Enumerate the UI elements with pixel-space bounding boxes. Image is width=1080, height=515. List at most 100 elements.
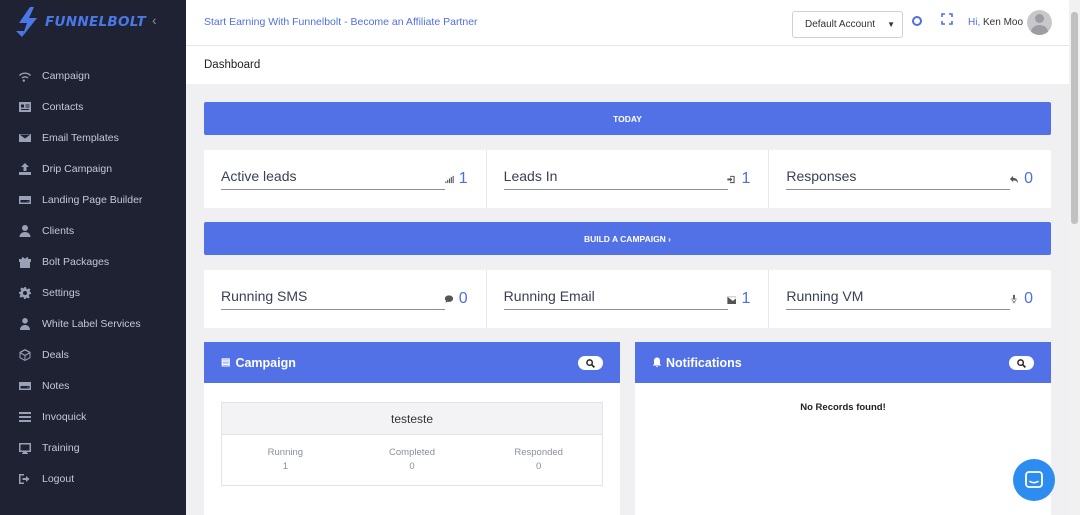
account-select-value: Default Account	[805, 19, 876, 30]
metric-responded: Responded 0	[475, 447, 602, 475]
page-scrollbar[interactable]	[1069, 0, 1080, 515]
sidebar-item-label: Clients	[42, 224, 75, 237]
sidebar-item-label: Landing Page Builder	[42, 193, 143, 206]
search-icon	[1017, 358, 1026, 368]
brand-logo[interactable]: FUNNELBOLT	[16, 4, 146, 40]
list-alt-icon: ▤	[221, 357, 231, 368]
hdd-icon	[17, 378, 32, 393]
campaign-panel-title: Campaign	[235, 355, 296, 370]
sidebar-item-clients[interactable]: Clients	[0, 215, 186, 246]
sidebar-item-logout[interactable]: Logout	[0, 463, 186, 494]
stat-underline	[786, 309, 1011, 310]
build-campaign-button[interactable]: BUILD A CAMPAIGN ›	[204, 222, 1051, 255]
metric-running: Running 1	[222, 447, 349, 475]
sign-out-icon	[17, 471, 32, 486]
refresh-circle-icon[interactable]	[912, 16, 922, 26]
page-header: Dashboard	[186, 46, 1069, 84]
metric-value: 1	[282, 461, 288, 472]
sidebar-item-label: Bolt Packages	[42, 255, 110, 268]
stat-label: Leads In	[503, 168, 558, 184]
comment-icon	[444, 295, 453, 303]
stat-underline	[221, 189, 445, 190]
brand-name: FUNNELBOLT	[45, 14, 146, 30]
stat-value: 0	[1024, 290, 1034, 307]
gift-icon	[17, 254, 32, 269]
chat-launcher-button[interactable]	[1013, 459, 1055, 501]
cube-icon	[17, 347, 32, 362]
sidebar-item-notes[interactable]: Notes	[0, 370, 186, 401]
chalkboard-icon	[17, 440, 32, 455]
campaign-metrics: Running 1 Completed 0 Responded 0	[222, 435, 602, 475]
stat-value-group: 1	[726, 170, 750, 188]
search-icon	[586, 358, 595, 368]
metric-label: Running	[267, 447, 304, 458]
fullscreen-icon[interactable]	[941, 13, 953, 25]
chevron-down-icon: ▼	[887, 20, 895, 29]
sidebar-item-campaign[interactable]: Campaign	[0, 60, 186, 91]
notifications-panel: Notifications No Records found!	[635, 342, 1051, 515]
upload-icon	[17, 161, 32, 176]
stat-value: 1	[741, 290, 751, 307]
sidebar-item-white-label-services[interactable]: White Label Services	[0, 308, 186, 339]
stat-running-email: Running Email 1	[487, 270, 770, 328]
contact-card-icon	[17, 99, 32, 114]
stat-value-group: 0	[1009, 170, 1033, 188]
greeting-prefix: Hi,	[968, 17, 981, 28]
sidebar-item-drip-campaign[interactable]: Drip Campaign	[0, 153, 186, 184]
scrollbar-thumb[interactable]	[1071, 12, 1078, 224]
chat-icon	[1025, 471, 1043, 488]
stat-value-group: 0	[1009, 290, 1033, 308]
hdd-icon	[17, 192, 32, 207]
sidebar-item-invoquick[interactable]: Invoquick	[0, 401, 186, 432]
sidebar-item-label: Logout	[42, 472, 75, 485]
user-name: Ken Moo	[983, 17, 1024, 28]
bell-icon	[652, 357, 662, 368]
sidebar-item-deals[interactable]: Deals	[0, 339, 186, 370]
campaign-search-button[interactable]	[578, 356, 603, 370]
sidebar-item-email-templates[interactable]: Email Templates	[0, 122, 186, 153]
sidebar-nav: Campaign Contacts Email Templates Drip Camp…	[0, 60, 186, 494]
user-icon	[17, 223, 32, 238]
campaign-panel: ▤ Campaign testeste Running 1 Completed …	[204, 342, 620, 515]
stat-value: 0	[458, 290, 468, 307]
sidebar-item-label: Notes	[42, 379, 70, 392]
stats-row-top: Active leads 1 Leads In 1 Responses 0	[204, 150, 1051, 208]
metric-label: Responded	[514, 447, 563, 458]
campaign-panel-header: ▤ Campaign	[204, 342, 620, 383]
microphone-icon	[1011, 294, 1017, 304]
sidebar-item-label: Training	[42, 441, 80, 454]
stat-running-vm: Running VM 0	[769, 270, 1051, 328]
empty-state-text: No Records found!	[800, 402, 886, 413]
stat-active-leads: Active leads 1	[204, 150, 487, 208]
stat-underline	[221, 309, 445, 310]
user-greeting: Hi, Ken Moo	[968, 17, 1023, 28]
metric-value: 0	[536, 461, 542, 472]
sidebar-item-contacts[interactable]: Contacts	[0, 91, 186, 122]
sidebar-item-bolt-packages[interactable]: Bolt Packages	[0, 246, 186, 277]
sidebar-item-landing-page-builder[interactable]: Landing Page Builder	[0, 184, 186, 215]
envelope-icon	[17, 130, 32, 145]
stat-responses: Responses 0	[769, 150, 1051, 208]
stat-label: Running SMS	[221, 288, 308, 304]
bolt-logo-icon	[16, 7, 37, 37]
signal-icon	[445, 175, 454, 184]
stat-label: Active leads	[221, 168, 297, 184]
affiliate-promo-link[interactable]: Start Earning With Funnelbolt - Become a…	[204, 16, 478, 28]
notifications-search-button[interactable]	[1009, 356, 1034, 370]
stat-value: 1	[458, 170, 468, 187]
stat-value: 1	[741, 170, 751, 187]
sidebar-item-label: Settings	[42, 286, 80, 299]
campaign-card[interactable]: testeste Running 1 Completed 0 Responded…	[221, 402, 603, 486]
avatar[interactable]	[1027, 10, 1052, 35]
sidebar-item-training[interactable]: Training	[0, 432, 186, 463]
sign-in-icon	[727, 175, 736, 184]
sidebar-item-settings[interactable]: Settings	[0, 277, 186, 308]
stat-underline	[503, 309, 728, 310]
sidebar-item-label: Email Templates	[42, 131, 119, 144]
stat-underline	[786, 189, 1011, 190]
user-tie-icon	[17, 316, 32, 331]
sidebar-item-label: White Label Services	[42, 317, 141, 330]
account-select[interactable]: Default Account ▼	[792, 11, 903, 38]
collapse-sidebar-icon[interactable]: ‹	[152, 12, 157, 28]
campaign-name: testeste	[222, 403, 602, 435]
